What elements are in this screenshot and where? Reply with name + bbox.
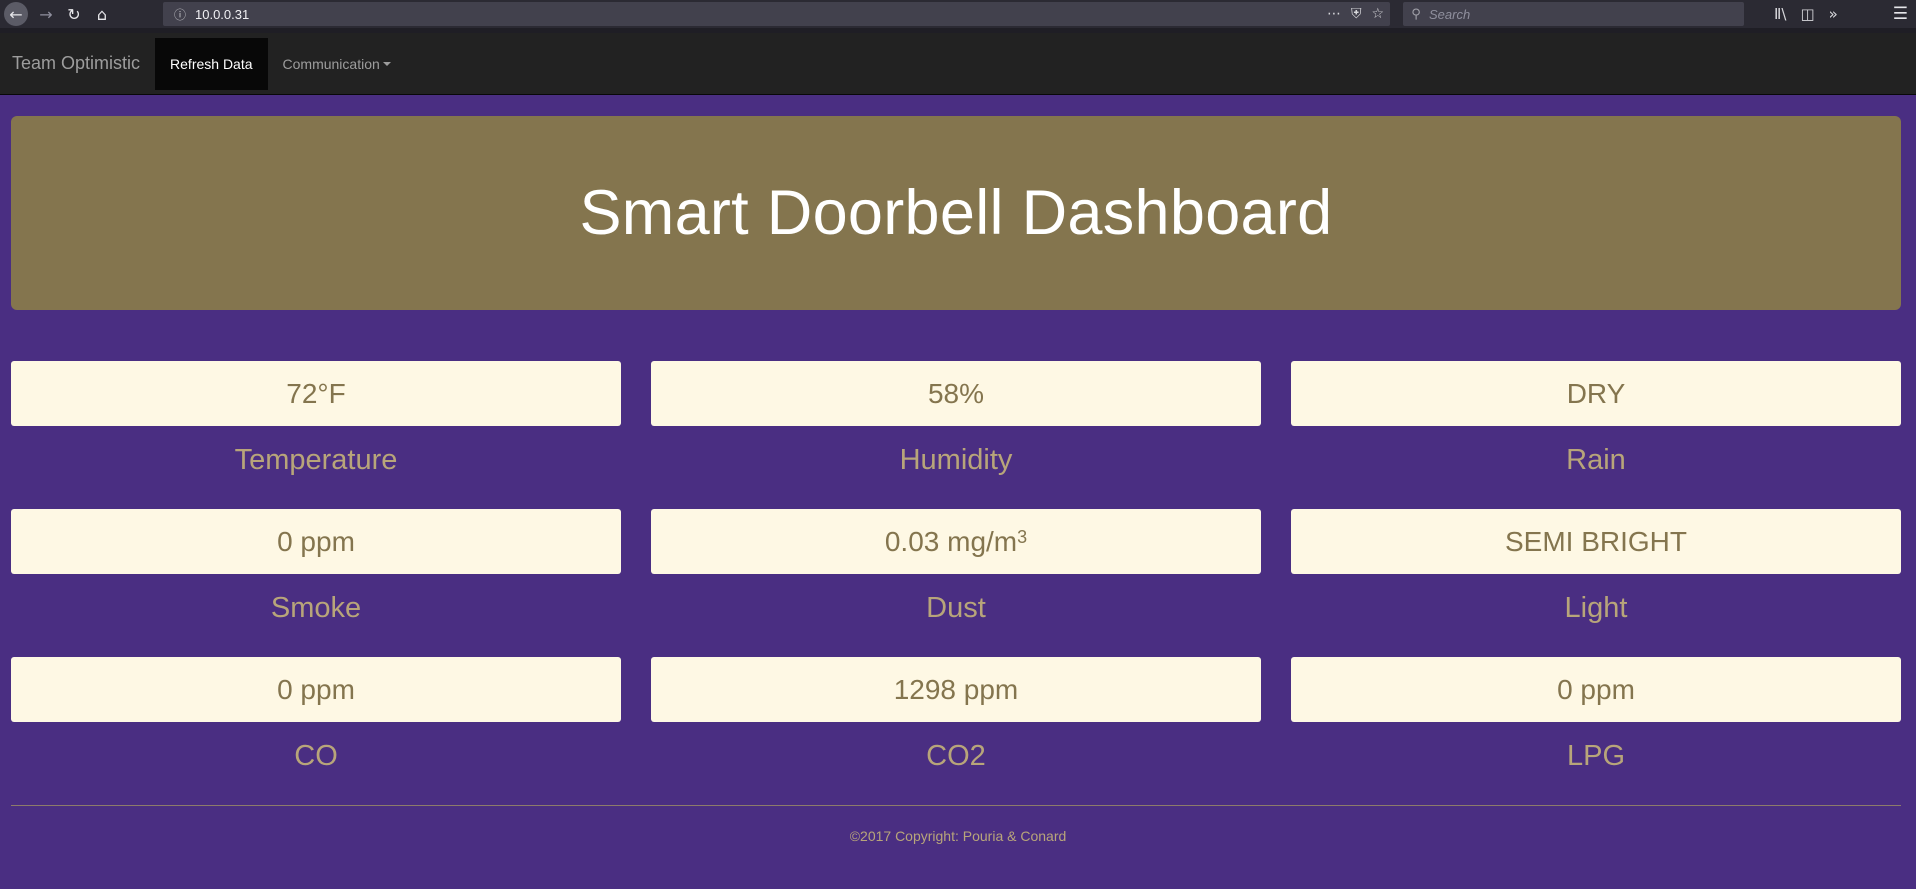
sensor-label: LPG [1566, 740, 1626, 772]
address-bar[interactable]: ⓘ 10.0.0.31 ⋯ ⛨ ☆ [163, 2, 1390, 26]
dust-value-text: 0.03 mg/m [884, 525, 1018, 557]
browser-search-input[interactable]: ⚲ Search [1403, 2, 1744, 26]
sensor-smoke: 0 ppm Smoke [11, 509, 621, 657]
sensor-label: Dust [926, 592, 986, 624]
sensor-value: 0 ppm [1291, 657, 1901, 722]
sensor-co: 0 ppm CO [11, 657, 621, 805]
sensor-row: 0 ppm Smoke 0.03 mg/m 3 Dust SEMI BRIGHT … [11, 509, 1901, 657]
sensor-dust: 0.03 mg/m 3 Dust [651, 509, 1261, 657]
pocket-icon[interactable]: ⛨ [1351, 6, 1362, 22]
sensor-label: Rain [1566, 444, 1626, 476]
back-arrow-icon[interactable]: ← [4, 2, 28, 26]
sensor-value: 0 ppm [11, 509, 621, 574]
sensor-co2: 1298 ppm CO2 [651, 657, 1261, 805]
sensor-row: 0 ppm CO 1298 ppm CO2 0 ppm LPG [11, 657, 1901, 805]
sensor-value: 0 ppm [11, 657, 621, 722]
sensor-label: Smoke [270, 592, 362, 624]
sensor-label: CO [294, 740, 338, 772]
home-icon[interactable]: ⌂ [88, 0, 116, 28]
footer-divider [11, 805, 1901, 806]
nav-item-refresh-data[interactable]: Refresh Data [155, 37, 268, 90]
sensor-label: Temperature [234, 444, 398, 476]
nav-item-communication[interactable]: Communication [268, 38, 406, 90]
sensor-temperature: 72°F Temperature [11, 361, 621, 509]
hamburger-menu-icon[interactable]: ☰ [1893, 4, 1908, 24]
sensor-value: DRY [1291, 361, 1901, 426]
jumbotron: Smart Doorbell Dashboard [11, 116, 1901, 310]
sensor-label: Light [1564, 592, 1628, 624]
sensor-row: 72°F Temperature 58% Humidity DRY Rain [11, 361, 1901, 509]
reload-icon[interactable]: ↻ [60, 0, 88, 28]
url-text[interactable]: 10.0.0.31 [195, 7, 249, 22]
sensor-lpg: 0 ppm LPG [1291, 657, 1901, 805]
navbar-brand[interactable]: Team Optimistic [0, 38, 155, 90]
chevrons-right-icon[interactable]: » [1829, 5, 1838, 23]
browser-toolbar: ← → ↻ ⌂ ⓘ 10.0.0.31 ⋯ ⛨ ☆ ⚲ Search Ⅱ\ ◫ … [0, 0, 1916, 28]
forward-arrow-icon[interactable]: → [32, 0, 60, 28]
search-icon: ⚲ [1411, 6, 1421, 22]
sensor-light: SEMI BRIGHT Light [1291, 509, 1901, 657]
info-icon[interactable]: ⓘ [169, 6, 191, 23]
sensor-label: CO2 [926, 740, 986, 772]
sensor-value-dust: 0.03 mg/m 3 [651, 509, 1261, 574]
sensor-rain: DRY Rain [1291, 361, 1901, 509]
sensor-grid: 72°F Temperature 58% Humidity DRY Rain 0… [11, 361, 1901, 805]
sidebar-icon[interactable]: ◫ [1800, 5, 1814, 23]
sensor-value: 1298 ppm [651, 657, 1261, 722]
sensor-value: SEMI BRIGHT [1291, 509, 1901, 574]
caret-down-icon [382, 61, 391, 66]
star-icon[interactable]: ☆ [1371, 6, 1384, 22]
search-placeholder: Search [1429, 6, 1471, 22]
sensor-label: Humidity [899, 444, 1013, 476]
sensor-value: 58% [651, 361, 1261, 426]
ellipsis-icon[interactable]: ⋯ [1327, 6, 1341, 22]
site-navbar: Team Optimistic Refresh Data Communicati… [0, 33, 1916, 95]
library-icon[interactable]: Ⅱ\ [1774, 5, 1786, 23]
dust-unit-superscript: 3 [1017, 527, 1028, 547]
sensor-value: 72°F [11, 361, 621, 426]
page-title: Smart Doorbell Dashboard [579, 178, 1333, 248]
nav-item-communication-label: Communication [282, 55, 380, 72]
sensor-humidity: 58% Humidity [651, 361, 1261, 509]
footer-copyright: ©2017 Copyright: Pouria & Conard [849, 828, 1067, 844]
